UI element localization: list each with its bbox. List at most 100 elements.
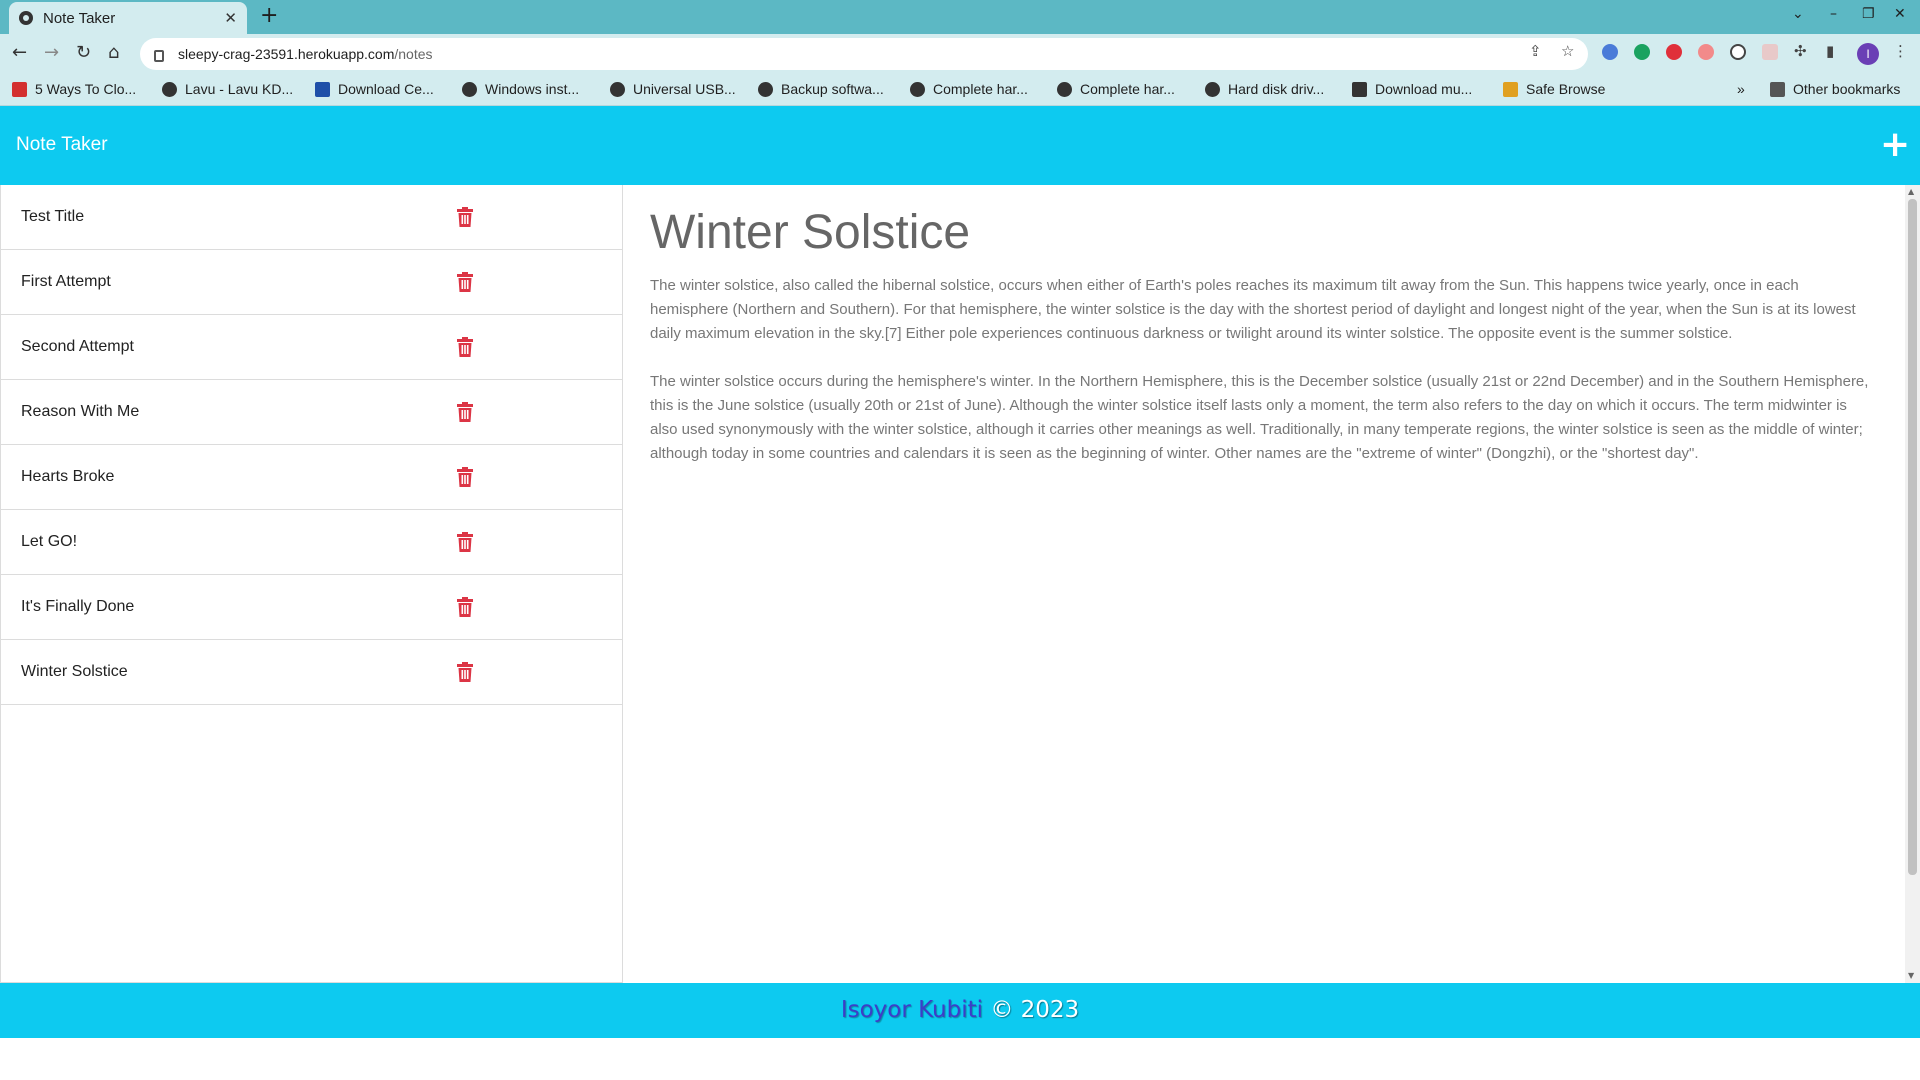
app-footer: Isoyor Kubiti © 2023 (0, 983, 1920, 1038)
bookmark-item[interactable]: Download Ce... (315, 81, 434, 97)
share-icon[interactable]: ⇪ (1529, 42, 1542, 60)
lock-icon[interactable] (154, 50, 164, 62)
app-brand[interactable]: Note Taker (16, 134, 108, 156)
add-note-icon[interactable]: + (1880, 124, 1910, 165)
note-list-title: Reason With Me (21, 403, 140, 420)
bookmark-label: Lavu - Lavu KD... (185, 81, 294, 97)
note-list-item[interactable]: Test Title (1, 185, 622, 250)
bookmark-item[interactable]: Universal USB... (610, 81, 736, 97)
browser-tab[interactable]: Note Taker ✕ (9, 2, 247, 34)
note-list-item[interactable]: Winter Solstice (1, 640, 622, 705)
scroll-up-icon[interactable]: ▲ (1908, 187, 1914, 196)
other-bookmarks-label: Other bookmarks (1793, 81, 1901, 97)
trash-icon[interactable] (457, 597, 473, 617)
bookmark-item[interactable]: Lavu - Lavu KD... (162, 81, 293, 97)
note-list-item[interactable]: First Attempt (1, 250, 622, 315)
bookmark-favicon-icon (1205, 81, 1220, 97)
bookmark-item[interactable]: 5 Ways To Clo... (12, 81, 136, 97)
note-view: Winter Solstice The winter solstice, als… (624, 185, 1904, 983)
note-list-title: Test Title (21, 208, 85, 225)
bookmark-label: Complete har... (933, 81, 1028, 97)
reload-icon[interactable]: ↻ (76, 42, 91, 63)
note-text-paragraph[interactable]: The winter solstice occurs during the he… (650, 370, 1878, 466)
note-list: Test Title First Attempt Second Attempt Rea… (0, 185, 623, 983)
note-list-title: Let GO! (21, 533, 78, 550)
profile-avatar[interactable]: I (1857, 43, 1879, 65)
folder-icon (1770, 81, 1785, 97)
note-list-title: It's Finally Done (21, 598, 135, 615)
extension-icon[interactable] (1762, 44, 1778, 60)
note-list-item[interactable]: Second Attempt (1, 315, 622, 380)
bookmark-label: Complete har... (1080, 81, 1175, 97)
page-scrollbar[interactable]: ▲ ▼ (1905, 185, 1920, 983)
bookmark-favicon-icon (1352, 81, 1367, 97)
extension-icon[interactable] (1698, 44, 1714, 60)
trash-icon[interactable] (457, 207, 473, 227)
bookmark-label: Download Ce... (338, 81, 434, 97)
grammarly-icon[interactable] (1634, 44, 1650, 60)
bookmark-favicon-icon (1503, 81, 1518, 97)
extensions-puzzle-icon[interactable]: ✣ (1794, 42, 1807, 60)
footer-copyright: © 2023 (983, 997, 1080, 1023)
bookmark-item[interactable]: Hard disk driv... (1205, 81, 1324, 97)
restore-icon[interactable]: ❐ (1862, 6, 1875, 22)
minimize-icon[interactable]: – (1830, 6, 1837, 22)
bookmark-item[interactable]: Safe Browse (1503, 81, 1605, 97)
close-window-icon[interactable]: ✕ (1894, 6, 1906, 22)
bookmark-favicon-icon (758, 81, 773, 97)
note-list-title: Second Attempt (21, 338, 134, 355)
back-icon[interactable]: ← (12, 42, 27, 63)
scrollbar-thumb[interactable] (1908, 199, 1917, 875)
forward-icon[interactable]: → (44, 42, 59, 63)
new-tab-icon[interactable]: + (260, 3, 278, 28)
bookmark-favicon-icon (12, 81, 27, 97)
bookmark-favicon-icon (610, 81, 625, 97)
bookmark-favicon-icon (462, 81, 477, 97)
bookmark-item[interactable]: Download mu... (1352, 81, 1472, 97)
tab-title: Note Taker (43, 9, 116, 27)
trash-icon[interactable] (457, 272, 473, 292)
note-list-title: Winter Solstice (21, 663, 128, 680)
trash-icon[interactable] (457, 337, 473, 357)
bookmark-label: Windows inst... (485, 81, 580, 97)
address-bar[interactable]: sleepy-crag-23591.herokuapp.com/notes (140, 38, 1588, 70)
bookmark-label: Hard disk driv... (1228, 81, 1325, 97)
bookmark-star-icon[interactable]: ☆ (1561, 42, 1574, 60)
extension-icon[interactable] (1602, 44, 1618, 60)
side-panel-icon[interactable]: ▮ (1826, 42, 1834, 60)
note-list-title: Hearts Broke (21, 468, 115, 485)
browser-tabstrip: Note Taker ✕ + ⌄ – ❐ ✕ (0, 0, 1920, 34)
note-title[interactable]: Winter Solstice (650, 205, 1878, 260)
app-navbar: Note Taker + (0, 106, 1920, 185)
extension-icon[interactable] (1730, 44, 1746, 60)
bookmark-label: Safe Browse (1526, 81, 1606, 97)
note-text-paragraph[interactable]: The winter solstice, also called the hib… (650, 274, 1878, 346)
tab-close-icon[interactable]: ✕ (224, 9, 237, 27)
bookmark-item[interactable]: Windows inst... (462, 81, 579, 97)
bookmarks-overflow-icon[interactable]: » (1737, 81, 1745, 97)
bookmark-label: Backup softwa... (781, 81, 884, 97)
bookmark-item[interactable]: Complete har... (910, 81, 1028, 97)
bookmark-favicon-icon (315, 81, 330, 97)
trash-icon[interactable] (457, 532, 473, 552)
bookmark-item[interactable]: Complete har... (1057, 81, 1175, 97)
note-list-item[interactable]: Let GO! (1, 510, 622, 575)
note-list-item[interactable]: Reason With Me (1, 380, 622, 445)
menu-icon[interactable]: ⋮ (1893, 42, 1908, 60)
extension-icon[interactable] (1666, 44, 1682, 60)
bookmark-label: Download mu... (1375, 81, 1473, 97)
note-list-title: First Attempt (21, 273, 111, 290)
trash-icon[interactable] (457, 662, 473, 682)
footer-author: Isoyor Kubiti (840, 997, 984, 1023)
url-host: sleepy-crag-23591.herokuapp.com (178, 46, 395, 62)
trash-icon[interactable] (457, 467, 473, 487)
scroll-down-icon[interactable]: ▼ (1908, 971, 1914, 980)
tab-search-icon[interactable]: ⌄ (1792, 6, 1804, 22)
other-bookmarks[interactable]: Other bookmarks (1770, 81, 1900, 97)
tab-favicon-icon (19, 11, 33, 25)
bookmark-item[interactable]: Backup softwa... (758, 81, 884, 97)
trash-icon[interactable] (457, 402, 473, 422)
note-list-item[interactable]: It's Finally Done (1, 575, 622, 640)
home-icon[interactable]: ⌂ (108, 42, 119, 63)
note-list-item[interactable]: Hearts Broke (1, 445, 622, 510)
